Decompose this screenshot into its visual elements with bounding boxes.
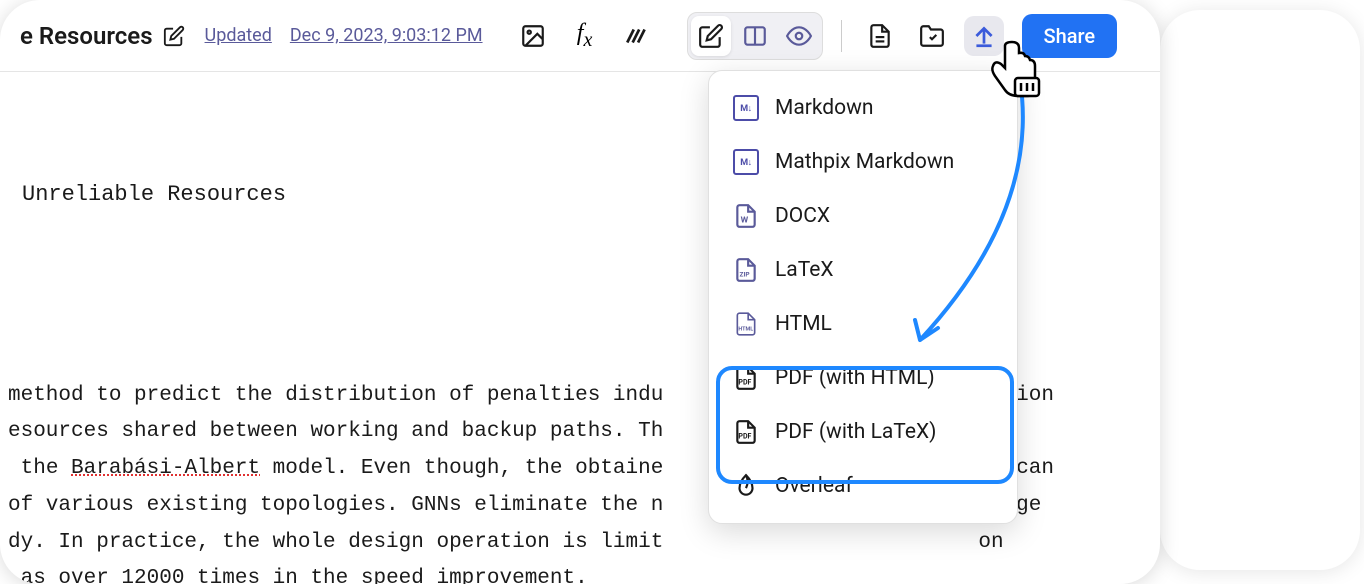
- document-icon[interactable]: [860, 16, 900, 56]
- spelling-error: Barabási-Albert: [71, 457, 260, 480]
- export-dropdown: M↓ Markdown M↓ Mathpix Markdown W DOCX Z…: [708, 70, 1018, 524]
- updated-date[interactable]: Dec 9, 2023, 9:03:12 PM: [290, 25, 483, 46]
- markdown-icon: M↓: [733, 149, 759, 175]
- dropdown-label: LaTeX: [775, 258, 834, 282]
- export-markdown[interactable]: M↓ Markdown: [709, 81, 1017, 135]
- share-button[interactable]: Share: [1022, 14, 1118, 58]
- scribble-icon[interactable]: [617, 16, 657, 56]
- dropdown-label: PDF (with LaTeX): [775, 420, 936, 444]
- pdf-icon: PDF: [733, 419, 759, 445]
- export-pdf-latex[interactable]: PDF PDF (with LaTeX): [709, 405, 1017, 459]
- export-html[interactable]: HTML HTML: [709, 297, 1017, 351]
- preview-icon[interactable]: [779, 16, 819, 56]
- export-button[interactable]: [964, 16, 1004, 56]
- toolbar: e Resources Updated Dec 9, 2023, 9:03:12…: [0, 0, 1160, 72]
- toolbar-divider: [841, 20, 842, 52]
- dropdown-label: Markdown: [775, 96, 874, 120]
- export-latex[interactable]: ZIP LaTeX: [709, 243, 1017, 297]
- html-icon: HTML: [733, 311, 759, 337]
- view-mode-group: [687, 12, 823, 60]
- formula-icon[interactable]: fx: [565, 16, 605, 56]
- background-panel: [1160, 10, 1360, 570]
- folder-icon[interactable]: [912, 16, 952, 56]
- dropdown-label: PDF (with HTML): [775, 366, 935, 390]
- svg-text:W: W: [741, 216, 749, 226]
- title-section: e Resources: [20, 22, 185, 50]
- pdf-icon: PDF: [733, 365, 759, 391]
- export-pdf-html[interactable]: PDF PDF (with HTML): [709, 351, 1017, 405]
- dropdown-label: Mathpix Markdown: [775, 150, 954, 174]
- dropdown-label: Overleaf: [775, 474, 853, 498]
- markdown-icon: M↓: [733, 95, 759, 121]
- svg-text:PDF: PDF: [738, 432, 751, 441]
- dropdown-label: DOCX: [775, 204, 830, 228]
- svg-text:HTML: HTML: [738, 327, 753, 333]
- zip-icon: ZIP: [733, 257, 759, 283]
- dropdown-label: HTML: [775, 312, 832, 336]
- doc-title: e Resources: [20, 22, 153, 50]
- export-mathpix-markdown[interactable]: M↓ Mathpix Markdown: [709, 135, 1017, 189]
- export-docx[interactable]: W DOCX: [709, 189, 1017, 243]
- edit-title-icon[interactable]: [163, 25, 185, 47]
- export-overleaf[interactable]: Overleaf: [709, 459, 1017, 513]
- svg-text:PDF: PDF: [738, 378, 751, 387]
- edit-mode-icon[interactable]: [691, 16, 731, 56]
- updated-label[interactable]: Updated: [205, 25, 272, 46]
- image-icon[interactable]: [513, 16, 553, 56]
- docx-icon: W: [733, 203, 759, 229]
- split-view-icon[interactable]: [735, 16, 775, 56]
- svg-text:ZIP: ZIP: [740, 271, 750, 279]
- overleaf-icon: [733, 473, 759, 499]
